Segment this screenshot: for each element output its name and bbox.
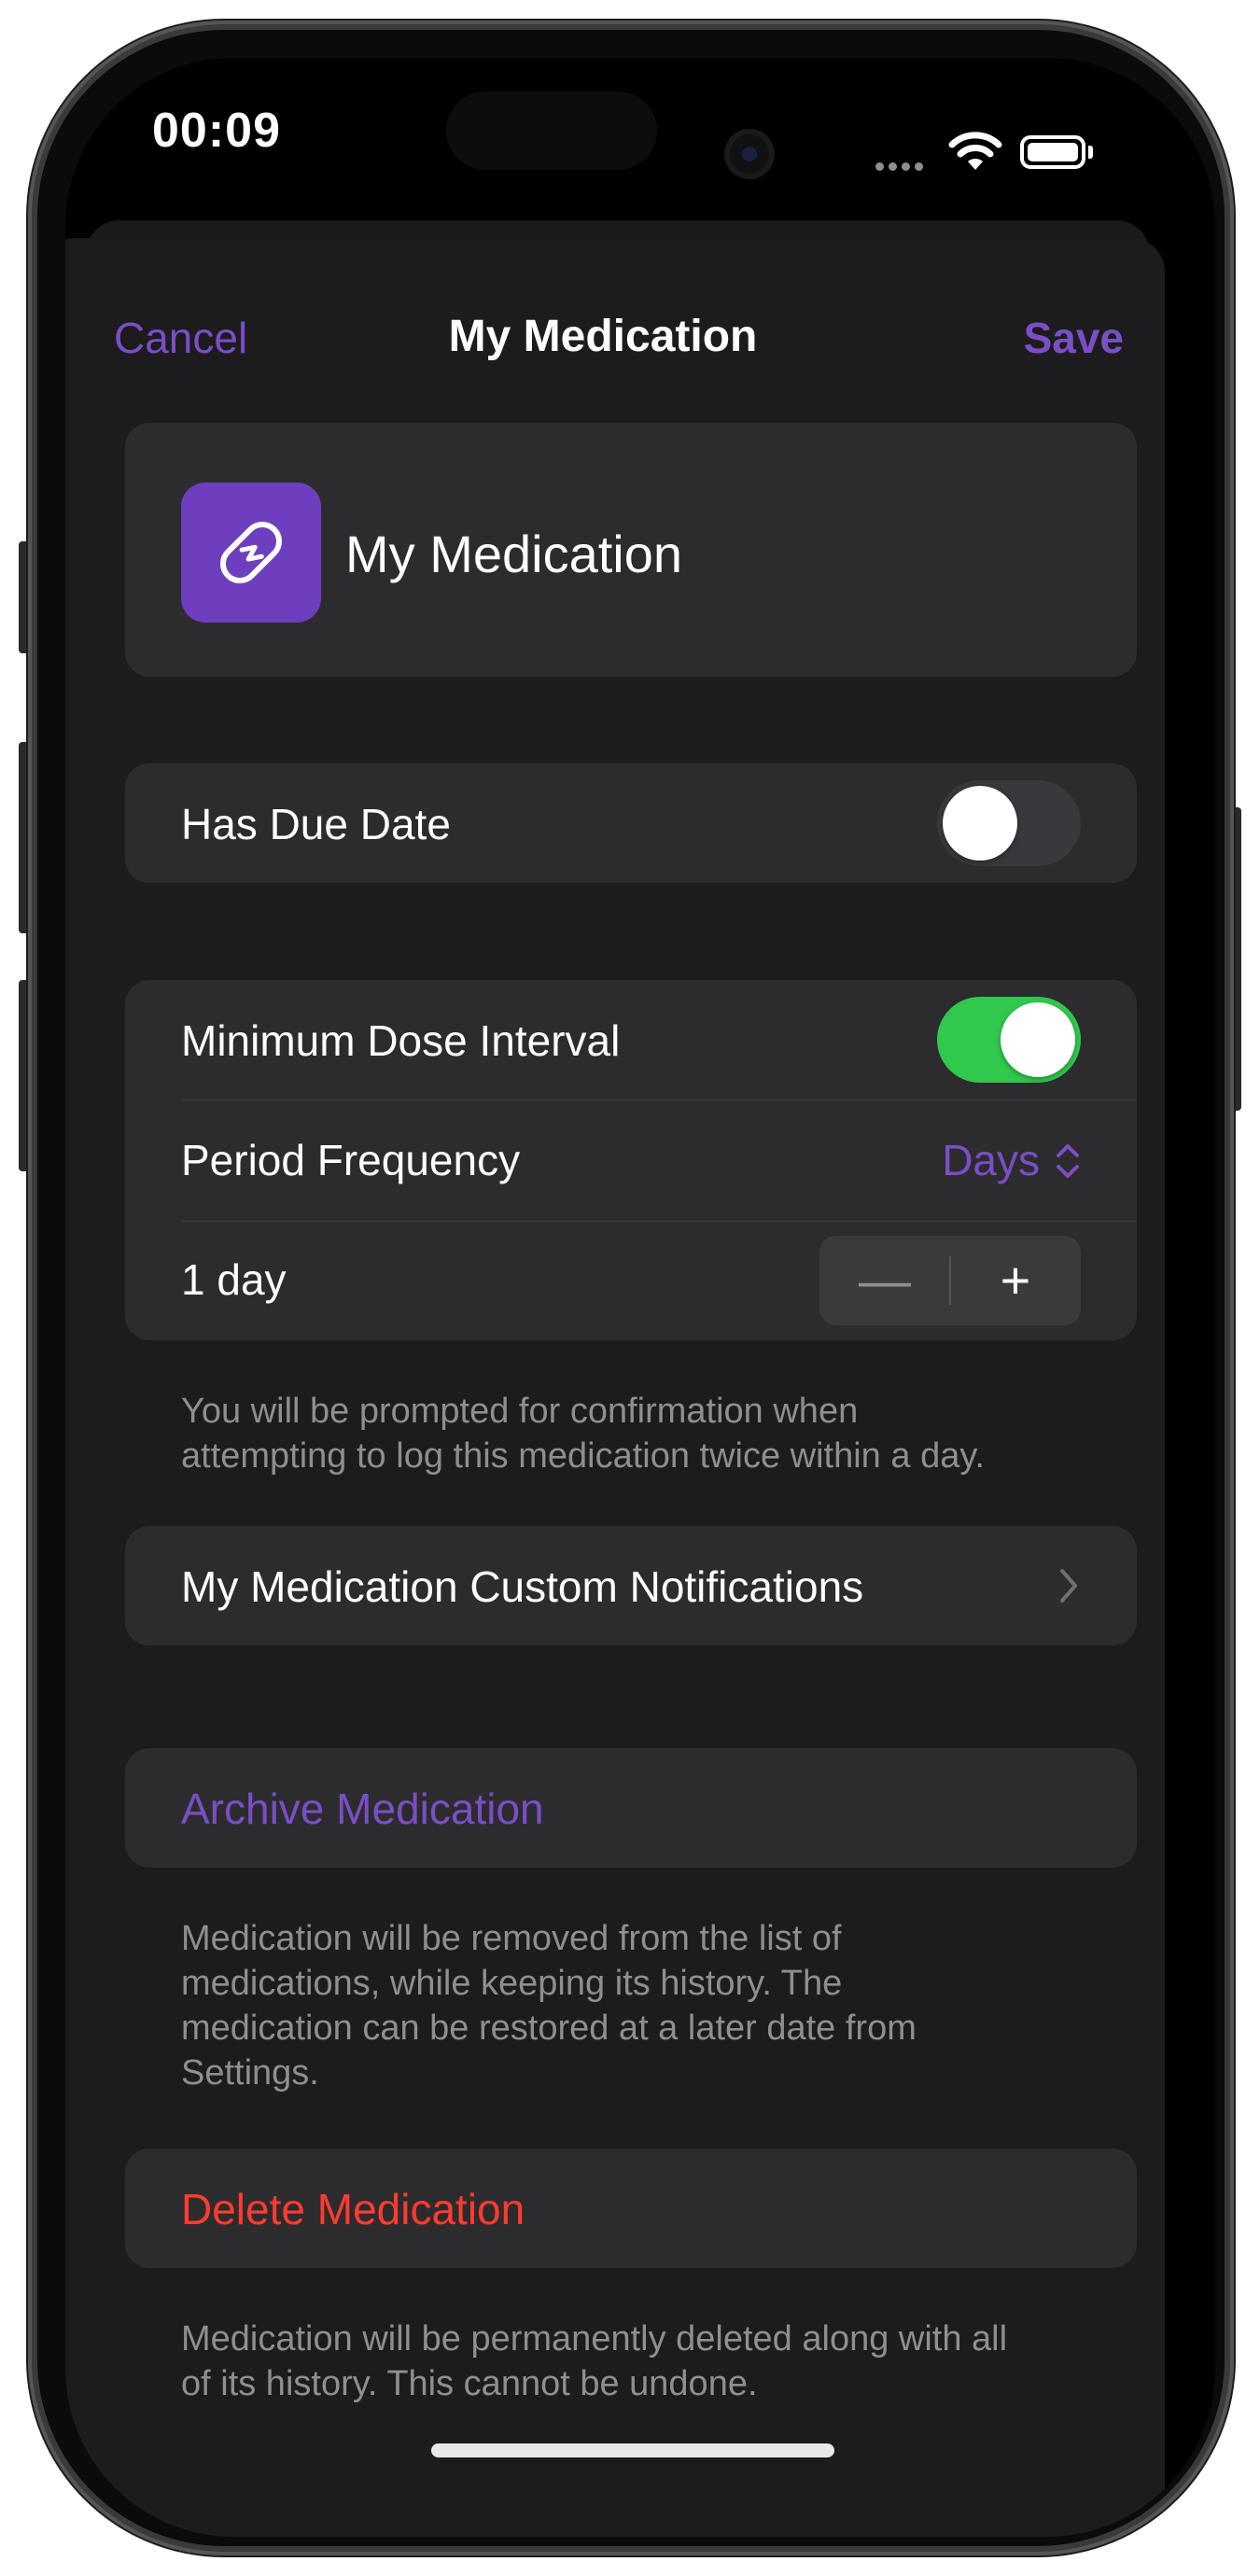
toggle-knob	[943, 786, 1017, 861]
delete-medication-button[interactable]: Delete Medication	[125, 2149, 1137, 2268]
footnote-line: medications, while keeping its history. …	[181, 1964, 843, 2003]
phone-frame: 00:09 Cancel My Medication Save My Medic…	[28, 21, 1234, 2555]
period-frequency-value: Days	[942, 1136, 1040, 1184]
divider	[181, 1099, 1137, 1100]
due-date-toggle[interactable]	[937, 780, 1081, 866]
medication-icon-button[interactable]	[181, 483, 321, 623]
footnote-line: of its history. This cannot be undone.	[181, 2364, 758, 2403]
save-button[interactable]: Save	[1024, 313, 1124, 363]
footnote-line: Medication will be removed from the list…	[181, 1919, 842, 1958]
footnote-line: Medication will be permanently deleted a…	[181, 2319, 1008, 2359]
dose-interval-card: Minimum Dose Interval Period Frequency D…	[125, 980, 1137, 1340]
phone-bezel: 00:09 Cancel My Medication Save My Medic…	[37, 30, 1225, 2546]
footnote-line: attempting to log this medication twice …	[181, 1436, 986, 1476]
decrement-button[interactable]: —	[819, 1236, 950, 1325]
footnote-line: medication can be restored at a later da…	[181, 2009, 917, 2048]
dose-interval-label: Minimum Dose Interval	[181, 1016, 621, 1065]
pill-icon	[219, 521, 283, 584]
screen: 00:09 Cancel My Medication Save My Medic…	[65, 58, 1215, 2537]
delete-medication-label: Delete Medication	[181, 2185, 525, 2233]
custom-notifications-label: My Medication Custom Notifications	[181, 1562, 864, 1611]
period-frequency-label: Period Frequency	[181, 1136, 521, 1184]
navigation-bar: Cancel My Medication Save	[65, 238, 1165, 362]
footnote-line: You will be prompted for confirmation wh…	[181, 1392, 859, 1431]
divider	[181, 1221, 1137, 1222]
home-indicator[interactable]	[431, 2443, 834, 2457]
archive-medication-label: Archive Medication	[181, 1785, 544, 1833]
increment-button[interactable]: +	[950, 1236, 1081, 1325]
due-date-card: Has Due Date	[125, 763, 1137, 883]
dose-interval-toggle[interactable]	[937, 997, 1081, 1083]
due-date-label: Has Due Date	[181, 800, 451, 848]
period-frequency-picker[interactable]: Days	[857, 1101, 1137, 1221]
page-title: My Medication	[448, 312, 758, 361]
interval-stepper: — +	[819, 1236, 1081, 1325]
edit-medication-sheet: Cancel My Medication Save My Medication …	[65, 238, 1165, 2537]
archive-medication-button[interactable]: Archive Medication	[125, 1748, 1137, 1868]
interval-amount-label: 1 day	[181, 1255, 287, 1304]
medication-name-field[interactable]: My Medication	[345, 524, 682, 584]
dose-interval-footnote: You will be prompted for confirmation wh…	[181, 1389, 1114, 1478]
toggle-knob	[1001, 1002, 1075, 1077]
delete-footnote: Medication will be permanently deleted a…	[181, 2317, 1114, 2406]
footnote-line: Settings.	[181, 2053, 319, 2093]
medication-header-card: My Medication	[125, 423, 1137, 677]
archive-footnote: Medication will be removed from the list…	[181, 1916, 1114, 2095]
custom-notifications-row[interactable]: My Medication Custom Notifications	[125, 1526, 1137, 1645]
chevron-right-icon	[1060, 1569, 1077, 1603]
chevron-up-down-icon	[1057, 1144, 1079, 1178]
